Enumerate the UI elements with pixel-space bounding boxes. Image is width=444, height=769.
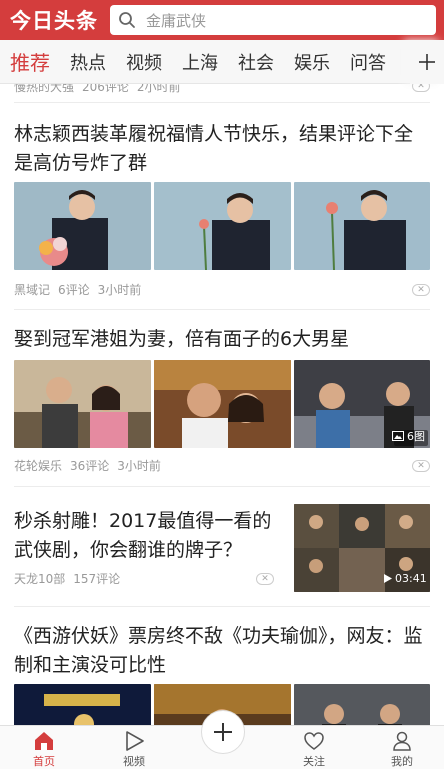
nav-home-label: 首页 xyxy=(33,755,55,768)
video-icon xyxy=(126,731,144,751)
search-placeholder: 金庸武侠 xyxy=(146,11,207,30)
article-image[interactable] xyxy=(14,684,151,725)
nav-follow-label: 关注 xyxy=(303,755,325,768)
nav-home[interactable]: 首页 xyxy=(14,730,74,769)
article-source: 慢热的大强 xyxy=(14,84,75,94)
user-icon xyxy=(393,731,411,751)
article-time: 3小时前 xyxy=(117,459,161,473)
dislike-button[interactable]: ✕ xyxy=(412,84,430,92)
news-feed[interactable]: 慢热的大强 206评论 2小时前 ✕ 林志颖西装革履祝福情人节快乐，结果评论下全… xyxy=(0,84,444,725)
nav-video[interactable]: 视频 xyxy=(104,730,164,769)
add-channel-button[interactable] xyxy=(410,40,444,84)
article-image[interactable] xyxy=(154,182,291,270)
tab-recommend[interactable]: 推荐 xyxy=(0,47,60,76)
article-comments: 36评论 xyxy=(70,459,110,473)
divider xyxy=(14,486,430,487)
article-image[interactable] xyxy=(294,684,430,725)
article-title[interactable]: 《西游伏妖》票房终不敌《功夫瑜伽》，网友：监制和主演没可比性 xyxy=(14,622,430,680)
article-comments: 6评论 xyxy=(58,283,90,297)
article-source: 花轮娱乐 xyxy=(14,459,63,473)
home-icon xyxy=(35,732,53,750)
article-time: 3小时前 xyxy=(97,283,142,297)
search-icon xyxy=(118,9,140,31)
publish-button[interactable] xyxy=(201,710,245,754)
article-comments: 206评论 xyxy=(82,84,129,94)
nav-me[interactable]: 我的 xyxy=(372,730,432,769)
tab-hot[interactable]: 热点 xyxy=(60,49,116,75)
article-title[interactable]: 林志颖西装革履祝福情人节快乐，结果评论下全是高仿号炸了群 xyxy=(14,120,430,178)
video-duration: 03:41 xyxy=(384,572,427,585)
article-image[interactable] xyxy=(14,360,151,448)
nav-follow[interactable]: 关注 xyxy=(284,730,344,769)
article-source: 天龙10部 xyxy=(14,572,66,586)
divider xyxy=(14,102,430,103)
article-meta: 花轮娱乐 36评论 3小时前 xyxy=(14,457,169,474)
top-bar: 今日头条 金庸武侠 xyxy=(0,0,444,40)
app-logo: 今日头条 xyxy=(10,9,98,33)
article-time: 2小时前 xyxy=(136,84,181,94)
dislike-button[interactable]: ✕ xyxy=(256,573,274,585)
article-image[interactable] xyxy=(14,182,151,270)
article-comments: 157评论 xyxy=(73,572,121,586)
article-title[interactable]: 娶到冠军港姐为妻，倍有面子的6大男星 xyxy=(14,325,430,354)
nav-video-label: 视频 xyxy=(123,755,145,768)
divider xyxy=(14,606,430,607)
article-image[interactable] xyxy=(154,360,291,448)
dislike-button[interactable]: ✕ xyxy=(412,460,430,472)
image-count-badge: 6图 xyxy=(392,428,425,444)
gallery-icon xyxy=(392,431,404,441)
tab-society[interactable]: 社会 xyxy=(228,49,284,75)
tab-entertainment[interactable]: 娱乐 xyxy=(284,49,340,75)
tab-qa[interactable]: 问答 xyxy=(340,49,396,75)
search-box[interactable]: 金庸武侠 xyxy=(110,5,436,35)
play-icon xyxy=(384,574,392,583)
channel-tabs: 推荐 热点 视频 上海 社会 娱乐 问答 xyxy=(0,40,444,84)
article-image[interactable] xyxy=(294,182,430,270)
bottom-nav: 首页 视频 关注 我的 xyxy=(0,710,444,769)
article-title[interactable]: 秒杀射雕！2017最值得一看的武侠剧，你会翻谁的牌子？ xyxy=(14,507,286,565)
article-source: 黑域记 xyxy=(14,283,51,297)
article-meta: 黑域记 6评论 3小时前 xyxy=(14,281,149,298)
article-meta: 天龙10部 157评论 xyxy=(14,570,128,587)
prev-article-meta: 慢热的大强 206评论 2小时前 xyxy=(14,84,189,95)
plus-icon xyxy=(214,723,232,741)
nav-me-label: 我的 xyxy=(391,755,413,768)
tab-video[interactable]: 视频 xyxy=(116,49,172,75)
heart-icon xyxy=(304,732,324,750)
dislike-button[interactable]: ✕ xyxy=(412,284,430,296)
tab-shanghai[interactable]: 上海 xyxy=(172,49,228,75)
divider xyxy=(14,309,430,310)
plus-icon xyxy=(419,54,435,70)
